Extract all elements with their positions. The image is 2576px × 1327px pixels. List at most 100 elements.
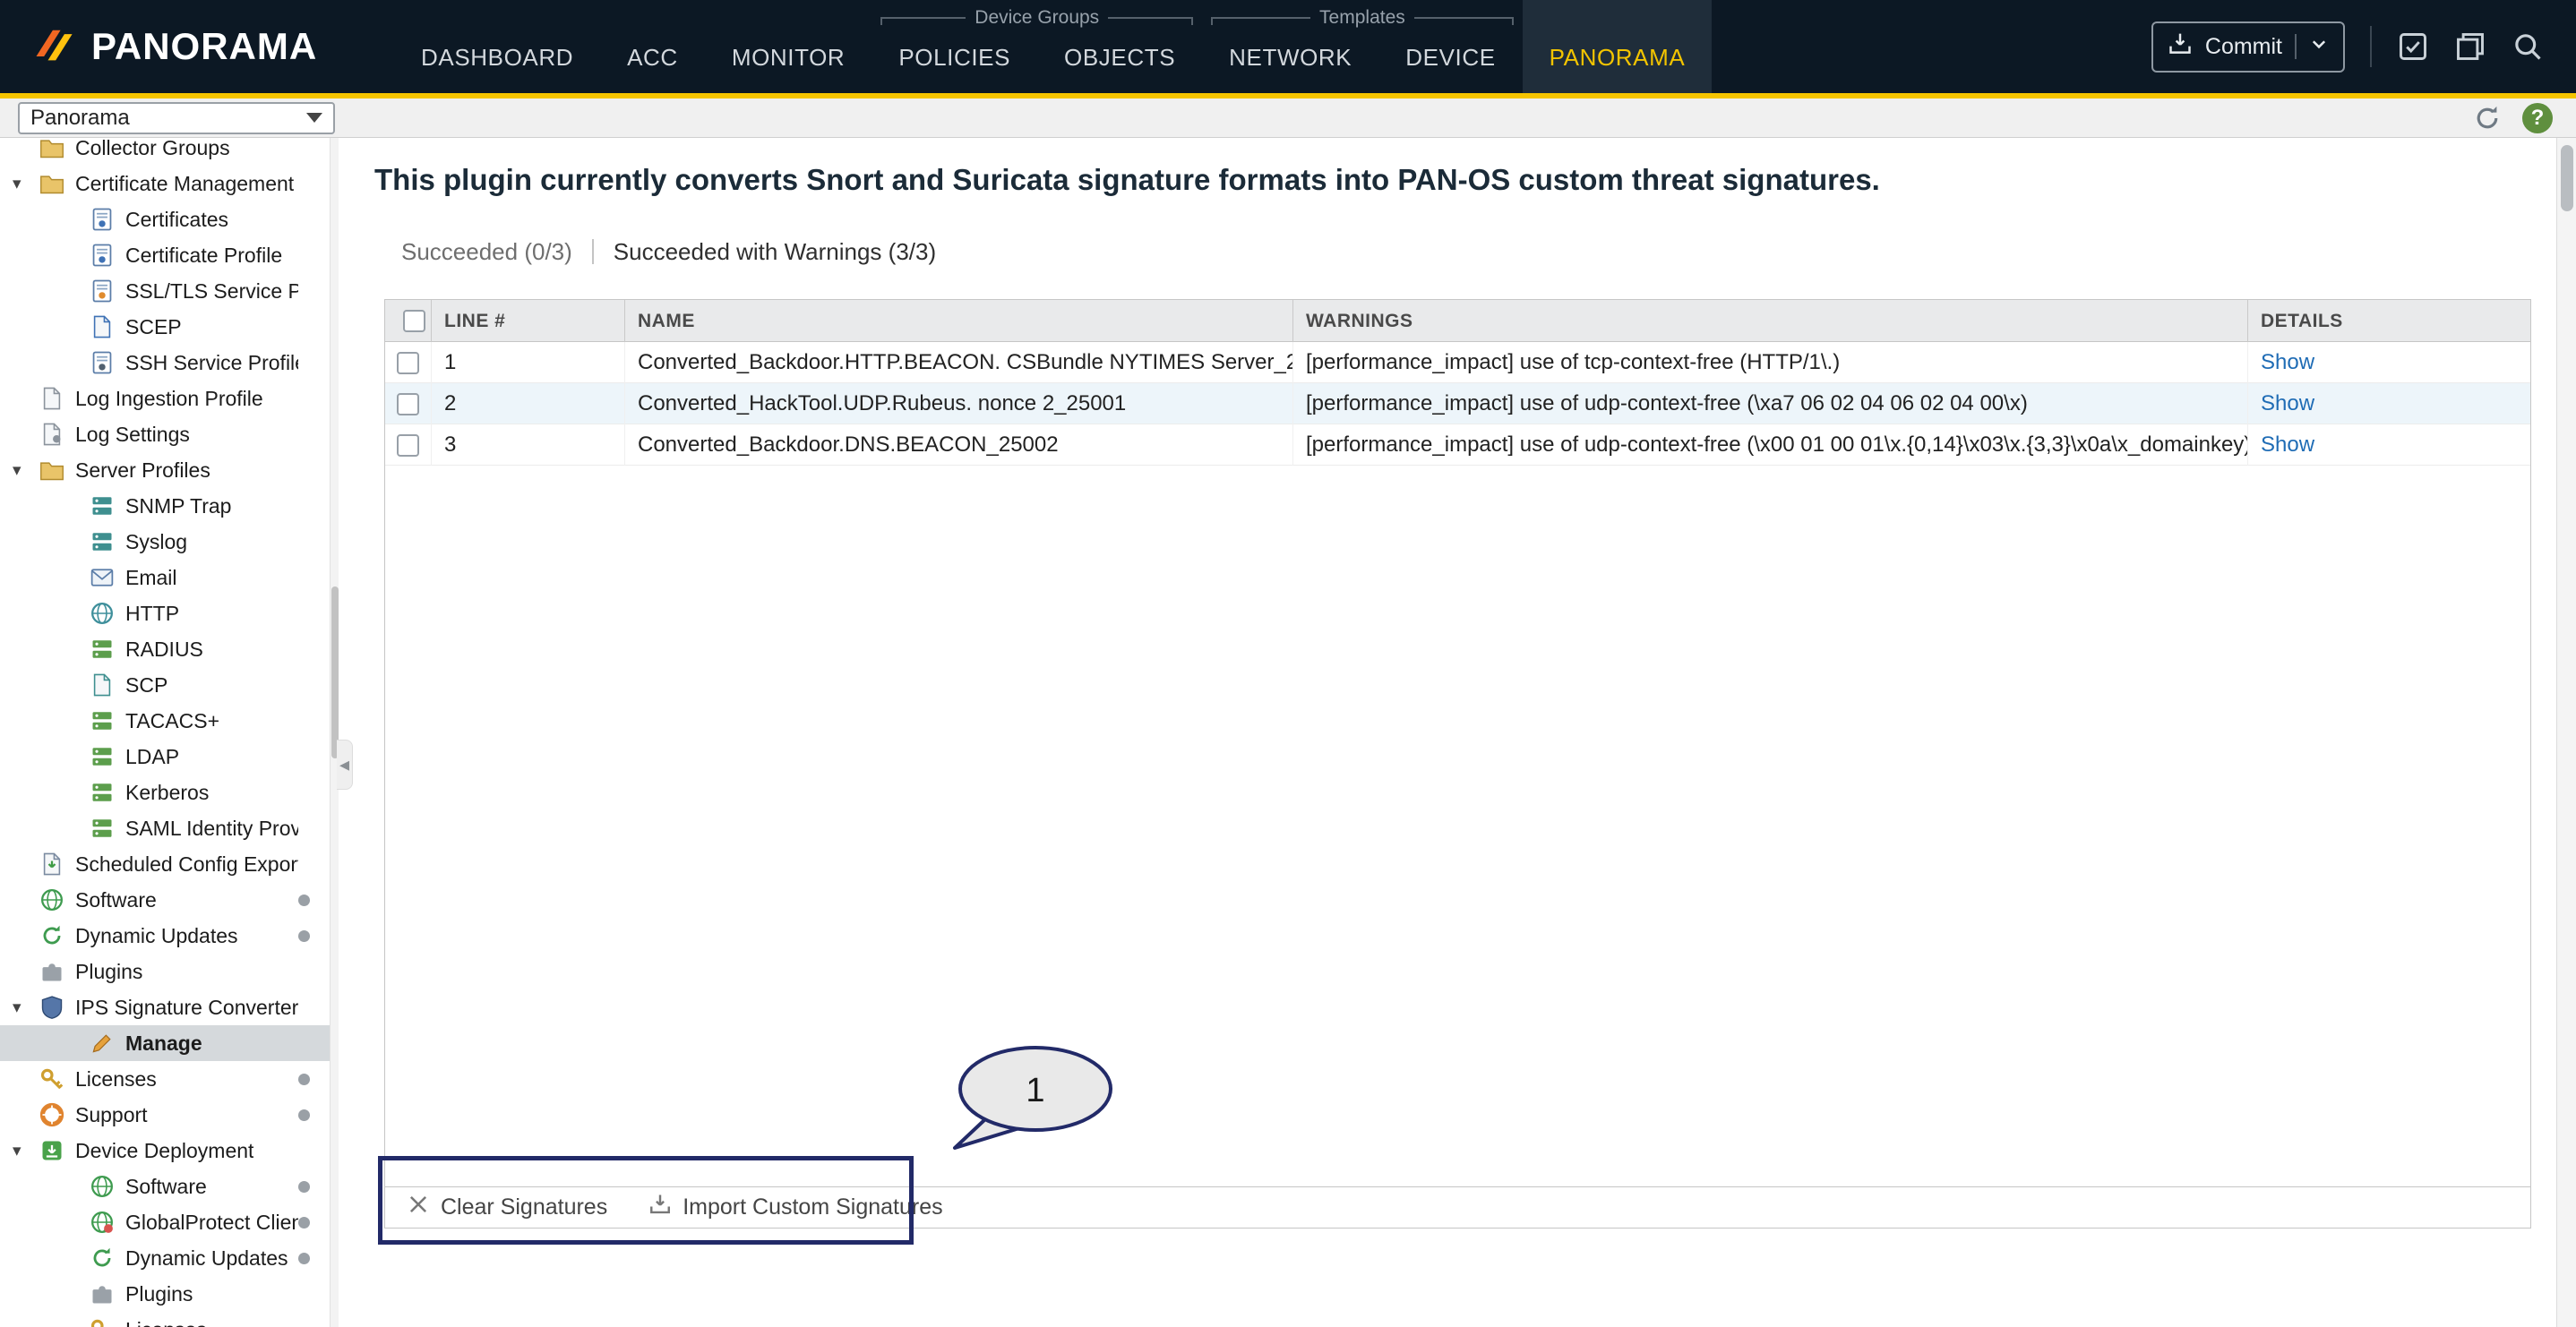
sidebar-item-kerberos[interactable]: Kerberos — [0, 775, 330, 810]
main-scrollbar-thumb[interactable] — [2561, 145, 2573, 211]
sidebar-item-ldap[interactable]: LDAP — [0, 739, 330, 775]
import-custom-signatures-button[interactable]: Import Custom Signatures — [648, 1193, 942, 1222]
nav-item-monitor[interactable]: MONITOR — [705, 0, 872, 93]
item-icon — [90, 1174, 115, 1199]
nav-item-panorama[interactable]: PANORAMA — [1523, 0, 1713, 93]
table-row: 1 Converted_Backdoor.HTTP.BEACON. CSBund… — [385, 342, 2530, 383]
templates-label: Templates — [1211, 13, 1514, 29]
sidebar-item-device-deployment[interactable]: ▾ Device Deployment — [0, 1133, 330, 1169]
save-config-icon[interactable] — [2397, 30, 2429, 63]
row-checkbox[interactable] — [397, 434, 419, 457]
sidebar-item-certificate-management[interactable]: ▾ Certificate Management — [0, 166, 330, 201]
device-groups-label: Device Groups — [880, 13, 1193, 29]
sidebar-item-support[interactable]: Support — [0, 1097, 330, 1133]
sidebar-collapse-handle[interactable]: ◂ — [337, 740, 353, 790]
help-icon[interactable]: ? — [2522, 103, 2553, 133]
config-window-icon[interactable] — [2454, 30, 2486, 63]
page-body: Collector Groups ▾ Certificate Managemen… — [0, 138, 2576, 1327]
sidebar-item-saml-identity-provider[interactable]: SAML Identity Provider — [0, 810, 330, 846]
status-dot — [298, 895, 310, 906]
commit-button[interactable]: Commit — [2151, 21, 2345, 73]
item-icon — [39, 995, 64, 1020]
select-all-checkbox[interactable] — [403, 310, 425, 332]
sidebar-item-server-profiles[interactable]: ▾ Server Profiles — [0, 452, 330, 488]
details-cell: Show — [2248, 342, 2530, 383]
brand: PANORAMA — [0, 0, 394, 93]
item-icon — [90, 744, 115, 769]
sidebar-item-snmp-trap[interactable]: SNMP Trap — [0, 488, 330, 524]
sidebar-item-collector-groups[interactable]: Collector Groups — [0, 138, 330, 166]
status-dot — [298, 1253, 310, 1264]
panorama-logo-icon — [30, 21, 77, 73]
search-icon[interactable] — [2512, 30, 2544, 63]
expand-arrow-icon[interactable]: ▾ — [13, 1141, 39, 1161]
tab-succeeded-with-warnings[interactable]: Succeeded with Warnings (3/3) — [614, 238, 936, 266]
sidebar-item-scep[interactable]: SCEP — [0, 309, 330, 345]
sidebar-item-email[interactable]: Email — [0, 560, 330, 595]
sidebar-item-ssh-service-profile[interactable]: SSH Service Profile — [0, 345, 330, 381]
sidebar-item-scheduled-config-export[interactable]: Scheduled Config Export — [0, 846, 330, 882]
sidebar-item-log-settings[interactable]: Log Settings — [0, 416, 330, 452]
row-checkbox[interactable] — [397, 393, 419, 415]
show-details-link[interactable]: Show — [2261, 350, 2314, 375]
sidebar-item-plugins[interactable]: Plugins — [0, 1276, 330, 1312]
refresh-icon[interactable] — [2472, 103, 2503, 133]
sidebar-item-ips-signature-converter[interactable]: ▾ IPS Signature Converter — [0, 989, 330, 1025]
item-icon — [39, 852, 64, 877]
warning-text: [performance_impact] use of tcp-context-… — [1293, 342, 2248, 383]
clear-signatures-button[interactable]: Clear Signatures — [407, 1193, 607, 1222]
warning-text: [performance_impact] use of udp-context-… — [1293, 424, 2248, 466]
sidebar-item-manage[interactable]: Manage — [0, 1025, 330, 1061]
clear-x-icon — [407, 1193, 430, 1222]
nav-item-acc[interactable]: ACC — [600, 0, 705, 93]
signature-name: Converted_Backdoor.DNS.BEACON_25002 — [625, 424, 1293, 466]
chevron-down-icon — [306, 113, 322, 123]
table-header: LINE # NAME WARNINGS DETAILS — [385, 300, 2530, 342]
item-icon — [39, 171, 64, 196]
context-select[interactable]: Panorama — [18, 102, 335, 134]
sidebar-item-plugins[interactable]: Plugins — [0, 954, 330, 989]
sidebar-item-tacacs[interactable]: TACACS+ — [0, 703, 330, 739]
row-checkbox[interactable] — [397, 352, 419, 374]
row-checkbox-cell — [385, 383, 432, 424]
sidebar-item-radius[interactable]: RADIUS — [0, 631, 330, 667]
expand-arrow-icon[interactable]: ▾ — [13, 460, 39, 481]
sidebar-scrollbar-thumb[interactable] — [331, 586, 339, 758]
status-dot — [298, 1217, 310, 1229]
sidebar-item-globalprotect-client[interactable]: GlobalProtect Client — [0, 1204, 330, 1240]
toolbar-right: ? — [2472, 103, 2558, 133]
sidebar-item-certificates[interactable]: Certificates — [0, 201, 330, 237]
expand-arrow-icon[interactable]: ▾ — [13, 997, 39, 1018]
item-icon — [39, 138, 64, 160]
expand-arrow-icon[interactable]: ▾ — [13, 174, 39, 194]
sidebar-item-dynamic-updates[interactable]: Dynamic Updates — [0, 1240, 330, 1276]
sidebar-item-log-ingestion-profile[interactable]: Log Ingestion Profile — [0, 381, 330, 416]
column-details: DETAILS — [2248, 300, 2530, 342]
bracket-tick — [1414, 17, 1514, 25]
sidebar: Collector Groups ▾ Certificate Managemen… — [0, 138, 330, 1327]
sidebar-item-licenses[interactable]: Licenses — [0, 1312, 330, 1327]
main-scrollbar — [2556, 138, 2576, 1327]
sidebar-item-certificate-profile[interactable]: Certificate Profile — [0, 237, 330, 273]
tab-succeeded[interactable]: Succeeded (0/3) — [401, 238, 572, 266]
table-body: 1 Converted_Backdoor.HTTP.BEACON. CSBund… — [385, 342, 2530, 466]
nav-item-dashboard[interactable]: DASHBOARD — [394, 0, 600, 93]
sidebar-item-http[interactable]: HTTP — [0, 595, 330, 631]
sidebar-item-licenses[interactable]: Licenses — [0, 1061, 330, 1097]
item-icon — [90, 493, 115, 518]
show-details-link[interactable]: Show — [2261, 391, 2314, 416]
line-number: 1 — [432, 342, 625, 383]
item-icon — [39, 923, 64, 948]
show-details-link[interactable]: Show — [2261, 432, 2314, 458]
item-icon — [39, 959, 64, 984]
sidebar-item-software[interactable]: Software — [0, 1169, 330, 1204]
item-icon — [90, 816, 115, 841]
sidebar-item-scp[interactable]: SCP — [0, 667, 330, 703]
sidebar-item-software[interactable]: Software — [0, 882, 330, 918]
sidebar-item-dynamic-updates[interactable]: Dynamic Updates — [0, 918, 330, 954]
item-icon — [90, 529, 115, 554]
column-line: LINE # — [432, 300, 625, 342]
sidebar-item-ssl-tls-service-profile[interactable]: SSL/TLS Service Profile — [0, 273, 330, 309]
import-icon — [648, 1193, 672, 1222]
sidebar-item-syslog[interactable]: Syslog — [0, 524, 330, 560]
